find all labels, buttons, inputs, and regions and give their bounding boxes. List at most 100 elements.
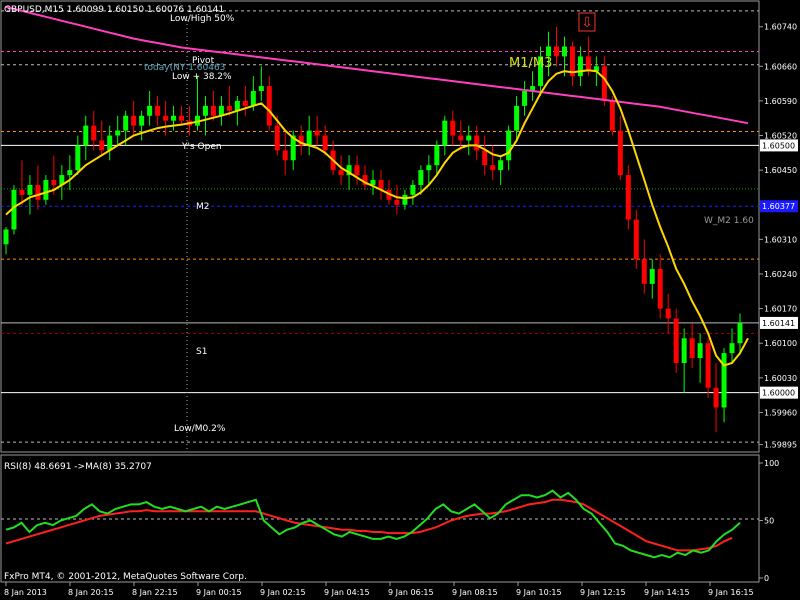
candle-body xyxy=(458,135,464,141)
candle-body xyxy=(115,130,121,136)
time-tick-label: 9 Jan 04:15 xyxy=(324,588,370,597)
candle-body xyxy=(729,343,735,354)
copyright: FxPro MT4, © 2001-2012, MetaQuotes Softw… xyxy=(4,572,247,582)
candle-body xyxy=(633,219,639,260)
price-tick-label: 1.60170 xyxy=(764,305,797,314)
candle-body xyxy=(171,115,177,121)
price-tick-label: 1.60520 xyxy=(764,132,797,141)
price-tick-label: 1.60240 xyxy=(764,270,797,279)
time-tick-label: 9 Jan 02:15 xyxy=(260,588,306,597)
candle-body xyxy=(705,343,711,388)
candle-body xyxy=(91,125,97,141)
candle-body xyxy=(490,165,496,171)
candle-body xyxy=(43,180,49,200)
candle-body xyxy=(83,125,89,146)
time-tick-label: 9 Jan 06:15 xyxy=(388,588,434,597)
candle-body xyxy=(418,170,424,185)
candle-body xyxy=(226,105,232,111)
candle-body xyxy=(649,269,655,284)
candle-body xyxy=(410,184,416,195)
candle-body xyxy=(601,66,607,101)
main-pane-frame xyxy=(0,0,760,453)
candle-body xyxy=(210,105,216,116)
candle-body xyxy=(713,387,719,408)
candle-body xyxy=(266,86,272,126)
candle-body xyxy=(466,135,472,141)
candle-body xyxy=(67,170,73,176)
candle-body xyxy=(354,165,360,176)
rsi-tick-label: 0 xyxy=(764,574,769,583)
candle-body xyxy=(609,100,615,131)
candle-body xyxy=(99,140,105,151)
candle-body xyxy=(585,56,591,72)
candle-body xyxy=(3,229,9,245)
candle-body xyxy=(673,318,679,363)
candle-body xyxy=(242,100,248,106)
price-chart[interactable]: GBPUSD,M15 1.60099 1.60150 1.60076 1.601… xyxy=(0,0,800,600)
price-tick-label: 1.59895 xyxy=(764,441,797,450)
price-tick-label: 1.60100 xyxy=(764,339,797,348)
candle-body xyxy=(314,130,320,136)
price-axis: 1.60740 1.60660 1.60590 1.60520 1.60450 1.603… xyxy=(759,23,797,450)
price-box-label: 1.60000 xyxy=(762,389,795,398)
candle-body xyxy=(474,135,480,151)
svg-text:⇩: ⇩ xyxy=(581,15,593,31)
candle-body xyxy=(625,175,631,220)
candle-body xyxy=(75,145,81,171)
candle-body xyxy=(163,115,169,121)
price-tick-label: 1.60030 xyxy=(764,374,797,383)
candle-body xyxy=(482,150,488,166)
candle-body xyxy=(506,130,512,161)
price-tick-label: 1.60590 xyxy=(764,97,797,106)
candle-body xyxy=(450,120,456,136)
label-s1: S1 xyxy=(196,347,207,357)
label-m2: M2 xyxy=(196,202,210,212)
candle-body xyxy=(139,115,145,126)
time-tick-label: 8 Jan 20:15 xyxy=(68,588,114,597)
rsi-label: RSI(8) 48.6691 ->MA(8) 35.2707 xyxy=(4,462,152,472)
price-box-label: 1.60141 xyxy=(762,319,795,328)
candle-body xyxy=(546,46,552,57)
candle-body xyxy=(721,353,727,408)
candle-body xyxy=(258,86,264,92)
candle-body xyxy=(250,91,256,106)
candle-body xyxy=(51,180,57,185)
price-tick-label: 1.60310 xyxy=(764,235,797,244)
candle-body xyxy=(394,199,400,205)
time-axis: 8 Jan 2013 8 Jan 20:15 8 Jan 22:15 9 Jan 00… xyxy=(4,582,754,597)
candle-body xyxy=(202,105,208,116)
candle-body xyxy=(123,115,129,131)
candle-body xyxy=(498,160,504,171)
candle-body xyxy=(155,105,161,116)
down-arrow-icon[interactable]: ⇩ xyxy=(578,12,596,32)
label-low382: Low + 38.2% xyxy=(172,72,232,82)
candle-body xyxy=(306,130,312,146)
time-tick-label: 9 Jan 14:15 xyxy=(644,588,690,597)
time-tick-label: 8 Jan 22:15 xyxy=(132,588,178,597)
label-lowhigh50: Low/High 50% xyxy=(170,14,235,24)
candle-body xyxy=(665,308,671,319)
price-box-label: 1.60377 xyxy=(762,202,795,211)
candle-body xyxy=(442,120,448,146)
price-tick-label: 1.60740 xyxy=(764,23,797,32)
candle-body xyxy=(577,56,583,77)
rsi-tick-label: 100 xyxy=(764,459,779,468)
rsi-tick-label: 50 xyxy=(764,517,774,526)
candle-body xyxy=(617,130,623,176)
label-ys-open: Y's Open xyxy=(181,142,222,152)
time-tick-label: 8 Jan 2013 xyxy=(4,588,47,597)
candle-body xyxy=(402,194,408,205)
candle-body xyxy=(561,46,567,57)
time-tick-label: 9 Jan 00:15 xyxy=(196,588,242,597)
candle-body xyxy=(514,105,520,131)
time-tick-label: 9 Jan 16:15 xyxy=(708,588,754,597)
candle-body xyxy=(282,150,288,161)
candle-body xyxy=(689,338,695,359)
candle-body xyxy=(737,322,743,344)
price-tick-label: 1.60450 xyxy=(764,166,797,175)
label-lowm0: Low/M0.2% xyxy=(174,424,226,434)
label-m1m3: M1/M3 xyxy=(509,56,552,71)
candle-body xyxy=(147,105,153,116)
candle-body xyxy=(641,259,647,284)
price-tick-label: 1.60660 xyxy=(764,62,797,71)
